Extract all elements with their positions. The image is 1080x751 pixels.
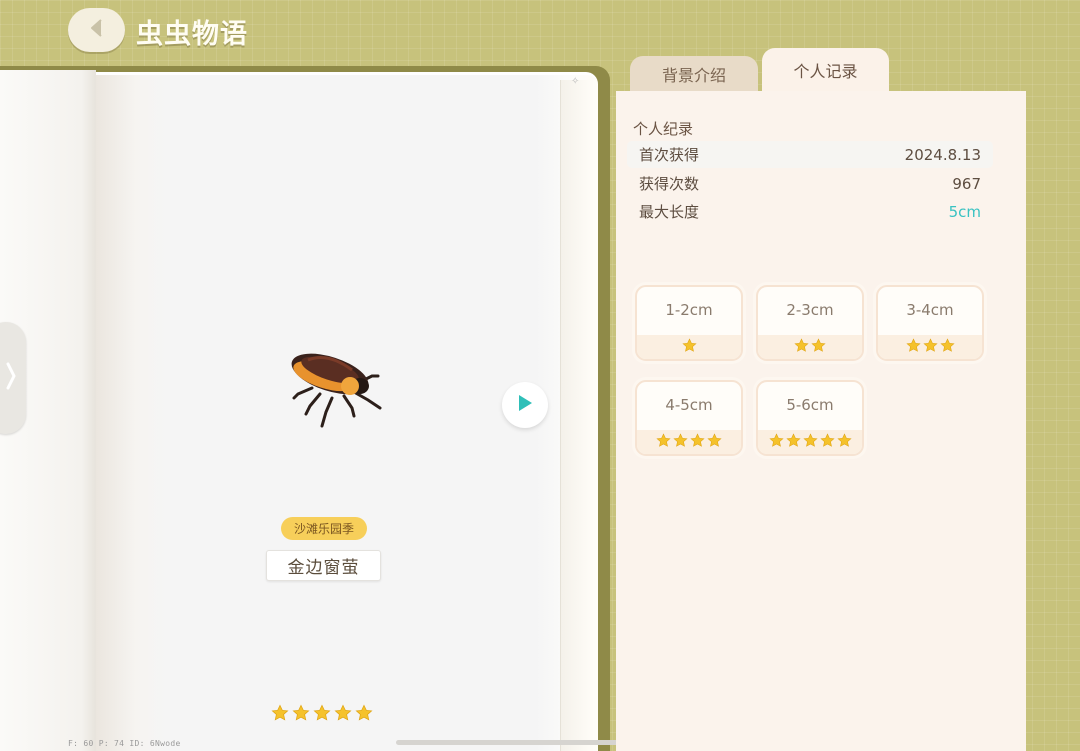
rarity-stars xyxy=(271,704,373,726)
size-tier-card[interactable]: 1-2cm xyxy=(635,285,743,361)
season-badge: 沙滩乐园季 xyxy=(281,517,367,540)
record-value: 5cm xyxy=(948,202,981,221)
bug-name-label: 金边窗萤 xyxy=(266,550,381,581)
record-value: 967 xyxy=(952,174,981,193)
star-icon xyxy=(313,704,331,726)
size-tier-card[interactable]: 5-6cm xyxy=(756,380,864,456)
play-button[interactable] xyxy=(502,382,548,428)
tab-personal-record[interactable]: 个人记录 xyxy=(762,48,889,91)
record-row-max-length: 最大长度 5cm xyxy=(627,198,993,225)
size-tier-stars xyxy=(637,430,741,454)
size-tier-label: 1-2cm xyxy=(665,301,713,319)
record-section-title: 个人纪录 xyxy=(633,120,694,138)
back-button[interactable] xyxy=(68,8,125,52)
chevron-right-icon xyxy=(5,360,17,396)
size-tier-card[interactable]: 4-5cm xyxy=(635,380,743,456)
record-row-first-obtained: 首次获得 2024.8.13 xyxy=(627,141,993,168)
page-corner-icon: ✧ xyxy=(571,76,580,87)
star-icon xyxy=(905,337,921,357)
record-row-obtain-count: 获得次数 967 xyxy=(627,170,993,197)
star-icon xyxy=(673,432,688,452)
chevron-left-icon xyxy=(87,17,107,43)
star-icon xyxy=(819,432,835,452)
page-title: 虫虫物语 xyxy=(136,19,248,50)
star-icon xyxy=(707,432,722,452)
tab-background-intro[interactable]: 背景介绍 xyxy=(630,56,758,91)
record-label: 首次获得 xyxy=(639,146,700,164)
size-tier-label: 4-5cm xyxy=(665,396,713,414)
record-label: 获得次数 xyxy=(639,175,700,193)
star-icon xyxy=(939,337,955,357)
star-icon xyxy=(794,337,809,357)
star-icon xyxy=(690,432,705,452)
size-tier-label: 5-6cm xyxy=(786,396,834,414)
size-tier-stars xyxy=(637,335,741,359)
star-icon xyxy=(922,337,938,357)
star-icon xyxy=(334,704,352,726)
star-icon xyxy=(271,704,289,726)
size-tier-stars xyxy=(758,335,862,359)
debug-stats: F: 60 P: 74 ID: 6Nwode xyxy=(68,739,181,748)
star-icon xyxy=(656,432,671,452)
star-icon xyxy=(785,432,801,452)
size-tier-label: 3-4cm xyxy=(906,301,954,319)
star-icon xyxy=(681,337,697,357)
star-icon xyxy=(811,337,826,357)
record-value: 2024.8.13 xyxy=(904,145,981,164)
size-tier-stars xyxy=(758,430,862,454)
record-label: 最大长度 xyxy=(639,203,700,221)
size-tier-label: 2-3cm xyxy=(786,301,834,319)
star-icon xyxy=(836,432,852,452)
star-icon xyxy=(768,432,784,452)
size-tier-stars xyxy=(878,335,982,359)
side-drawer-handle[interactable] xyxy=(0,322,26,434)
star-icon xyxy=(355,704,373,726)
book-page-edge xyxy=(560,80,594,751)
star-icon xyxy=(292,704,310,726)
bug-model-image[interactable] xyxy=(280,346,390,436)
size-tier-card[interactable]: 3-4cm xyxy=(876,285,984,361)
size-tier-card[interactable]: 2-3cm xyxy=(756,285,864,361)
star-icon xyxy=(802,432,818,452)
play-icon xyxy=(517,394,533,416)
